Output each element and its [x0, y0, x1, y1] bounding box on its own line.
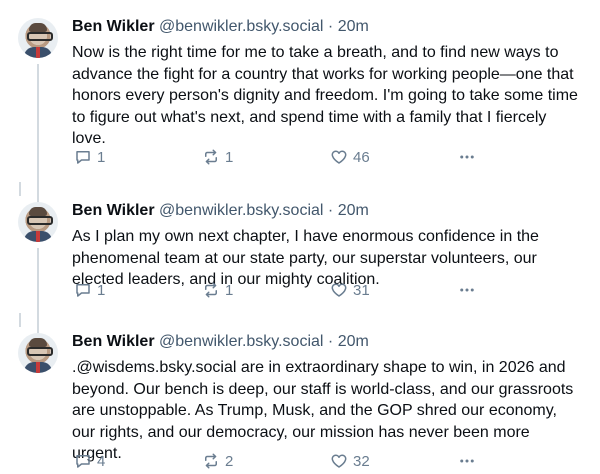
repost-button[interactable]: 1 [202, 148, 233, 166]
reply-icon [76, 455, 90, 468]
heart-icon [331, 283, 347, 297]
more-icon [460, 288, 474, 292]
thread: Ben Wikler @benwikler.bsky.social · 20m … [0, 0, 600, 474]
thread-line [19, 313, 21, 327]
avatar-column [18, 18, 58, 204]
post-time[interactable]: 20m [338, 202, 369, 219]
repost-icon [205, 282, 217, 298]
post-header: Ben Wikler @benwikler.bsky.social · 20m [72, 331, 582, 353]
repost-button[interactable]: 1 [202, 281, 233, 299]
thread-line [19, 182, 21, 196]
post-actions: 1 1 46 [72, 148, 492, 172]
like-count: 31 [353, 281, 370, 299]
post-content: Ben Wikler @benwikler.bsky.social · 20m … [72, 200, 582, 291]
post-header: Ben Wikler @benwikler.bsky.social · 20m [72, 16, 582, 38]
repost-icon [205, 453, 217, 469]
reply-button[interactable]: 1 [74, 281, 105, 299]
post-time[interactable]: 20m [338, 333, 369, 350]
reply-count: 1 [97, 281, 106, 299]
separator: · [327, 18, 334, 35]
author-handle[interactable]: @benwikler.bsky.social [159, 333, 323, 350]
avatar[interactable] [18, 333, 58, 373]
author-name[interactable]: Ben Wikler [72, 18, 155, 35]
repost-count: 1 [225, 148, 234, 166]
avatar[interactable] [18, 202, 58, 242]
avatar-column [18, 333, 58, 373]
avatar-column [18, 202, 58, 343]
reply-count: 1 [97, 148, 106, 166]
like-count: 46 [353, 148, 370, 166]
like-button[interactable]: 46 [330, 148, 370, 166]
more-options-button[interactable] [458, 148, 476, 166]
heart-icon [331, 454, 347, 468]
more-icon [460, 459, 474, 463]
author-handle[interactable]: @benwikler.bsky.social [159, 202, 323, 219]
reply-icon [76, 151, 90, 164]
repost-count: 2 [225, 452, 234, 470]
thread-line [37, 64, 39, 204]
more-options-button[interactable] [458, 281, 476, 299]
like-button[interactable]: 32 [330, 452, 370, 470]
reply-button[interactable]: 4 [74, 452, 105, 470]
more-icon [460, 155, 474, 159]
repost-icon [205, 149, 217, 165]
repost-button[interactable]: 2 [202, 452, 233, 470]
like-count: 32 [353, 452, 370, 470]
post-text: .@wisdems.bsky.social are in extraordina… [72, 359, 574, 462]
post[interactable]: Ben Wikler @benwikler.bsky.social · 20m … [0, 0, 600, 204]
repost-count: 1 [225, 281, 234, 299]
separator: · [327, 202, 334, 219]
post[interactable]: Ben Wikler @benwikler.bsky.social · 20m … [0, 182, 600, 343]
author-name[interactable]: Ben Wikler [72, 202, 155, 219]
post-text: Now is the right time for me to take a b… [72, 44, 578, 147]
avatar[interactable] [18, 18, 58, 58]
separator: · [327, 333, 334, 350]
post-content: Ben Wikler @benwikler.bsky.social · 20m … [72, 331, 582, 465]
reply-button[interactable]: 1 [74, 148, 105, 166]
post-header: Ben Wikler @benwikler.bsky.social · 20m [72, 200, 582, 222]
like-button[interactable]: 31 [330, 281, 370, 299]
author-handle[interactable]: @benwikler.bsky.social [159, 18, 323, 35]
author-name[interactable]: Ben Wikler [72, 333, 155, 350]
post[interactable]: Ben Wikler @benwikler.bsky.social · 20m … [0, 313, 600, 474]
more-options-button[interactable] [458, 452, 476, 470]
post-actions: 4 2 32 [72, 452, 492, 474]
reply-count: 4 [97, 452, 106, 470]
reply-icon [76, 284, 90, 297]
post-content: Ben Wikler @benwikler.bsky.social · 20m … [72, 16, 582, 150]
heart-icon [331, 150, 347, 164]
post-actions: 1 1 31 [72, 281, 492, 305]
post-time[interactable]: 20m [338, 18, 369, 35]
